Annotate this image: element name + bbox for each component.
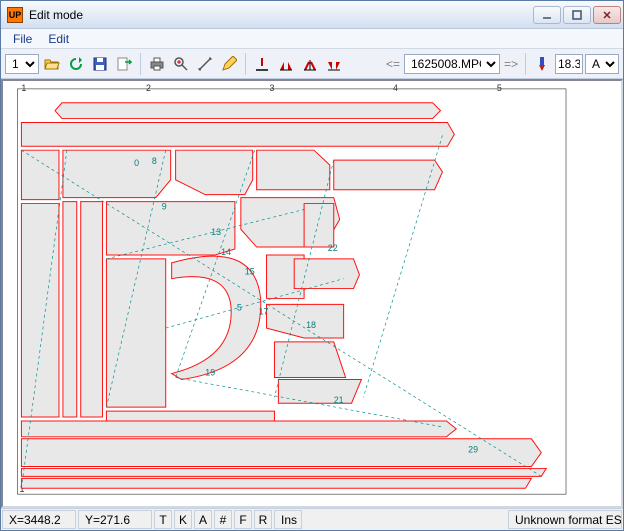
folder-open-icon — [44, 56, 60, 72]
svg-text:29: 29 — [468, 445, 478, 455]
prev-file-button[interactable]: <= — [384, 57, 402, 71]
file-select[interactable]: 1625008.MPG — [404, 54, 500, 74]
printer-icon — [149, 56, 165, 72]
axis-label: 4 — [393, 83, 398, 93]
save-icon — [92, 56, 108, 72]
tool-button[interactable] — [531, 53, 553, 75]
origin-icon — [254, 56, 270, 72]
status-ins[interactable]: Ins — [274, 510, 302, 529]
svg-text:22: 22 — [328, 243, 338, 253]
app-window: UP Edit mode File Edit 1 — [0, 0, 624, 531]
origin-button[interactable] — [251, 53, 273, 75]
svg-text:13: 13 — [211, 227, 221, 237]
zoom-in-icon — [173, 56, 189, 72]
flip-v-icon — [326, 56, 342, 72]
axis-label: 3 — [270, 83, 275, 93]
open-button[interactable] — [41, 53, 63, 75]
axis-label: 5 — [497, 83, 502, 93]
axis-label: 1 — [21, 83, 26, 93]
export-icon — [116, 56, 132, 72]
minimize-button[interactable] — [533, 6, 561, 24]
status-x: X=3448.2 — [2, 510, 76, 529]
next-file-button[interactable]: => — [502, 57, 520, 71]
status-format: Unknown format ES — [508, 510, 622, 529]
svg-text:15: 15 — [245, 267, 255, 277]
mirror-button[interactable] — [299, 53, 321, 75]
menu-edit[interactable]: Edit — [42, 30, 75, 48]
pencil-icon — [221, 56, 237, 72]
status-f[interactable]: F — [234, 510, 252, 529]
app-icon: UP — [7, 7, 23, 23]
export-button[interactable] — [113, 53, 135, 75]
filter-select[interactable]: All — [585, 54, 619, 74]
save-button[interactable] — [89, 53, 111, 75]
svg-text:5: 5 — [237, 302, 242, 312]
svg-text:21: 21 — [334, 395, 344, 405]
measure-icon — [197, 56, 213, 72]
svg-text:0: 0 — [134, 158, 139, 168]
statusbar: X=3448.2 Y=271.6 T K A # F R Ins Unknown… — [1, 508, 623, 530]
cad-drawing: 1 2 3 4 5 1 — [3, 81, 621, 506]
edit-tool-button[interactable] — [218, 53, 240, 75]
status-a[interactable]: A — [194, 510, 212, 529]
svg-text:17: 17 — [259, 306, 269, 316]
zoom-button[interactable] — [170, 53, 192, 75]
svg-text:14: 14 — [221, 247, 231, 257]
drawing-canvas[interactable]: 1 2 3 4 5 1 — [1, 79, 623, 508]
axis-label: 2 — [146, 83, 151, 93]
mirror-icon — [302, 56, 318, 72]
titlebar: UP Edit mode — [1, 1, 623, 29]
svg-text:9: 9 — [162, 201, 167, 211]
measure-button[interactable] — [194, 53, 216, 75]
flip-h-icon — [278, 56, 294, 72]
window-title: Edit mode — [29, 8, 533, 22]
refresh-icon — [68, 56, 84, 72]
menubar: File Edit — [1, 29, 623, 49]
tool-icon — [534, 56, 550, 72]
flip-h-button[interactable] — [275, 53, 297, 75]
status-k[interactable]: K — [174, 510, 192, 529]
svg-text:8: 8 — [152, 156, 157, 166]
status-r[interactable]: R — [254, 510, 272, 529]
status-t[interactable]: T — [154, 510, 172, 529]
svg-text:18: 18 — [306, 320, 316, 330]
svg-text:19: 19 — [205, 368, 215, 378]
close-button[interactable] — [593, 6, 621, 24]
layer-select[interactable]: 1 — [5, 54, 39, 74]
status-y: Y=271.6 — [78, 510, 152, 529]
print-button[interactable] — [146, 53, 168, 75]
maximize-button[interactable] — [563, 6, 591, 24]
status-hash[interactable]: # — [214, 510, 232, 529]
param-input[interactable] — [555, 54, 583, 74]
flip-v-button[interactable] — [323, 53, 345, 75]
menu-file[interactable]: File — [7, 30, 38, 48]
refresh-button[interactable] — [65, 53, 87, 75]
toolbar: 1 — [1, 49, 623, 79]
